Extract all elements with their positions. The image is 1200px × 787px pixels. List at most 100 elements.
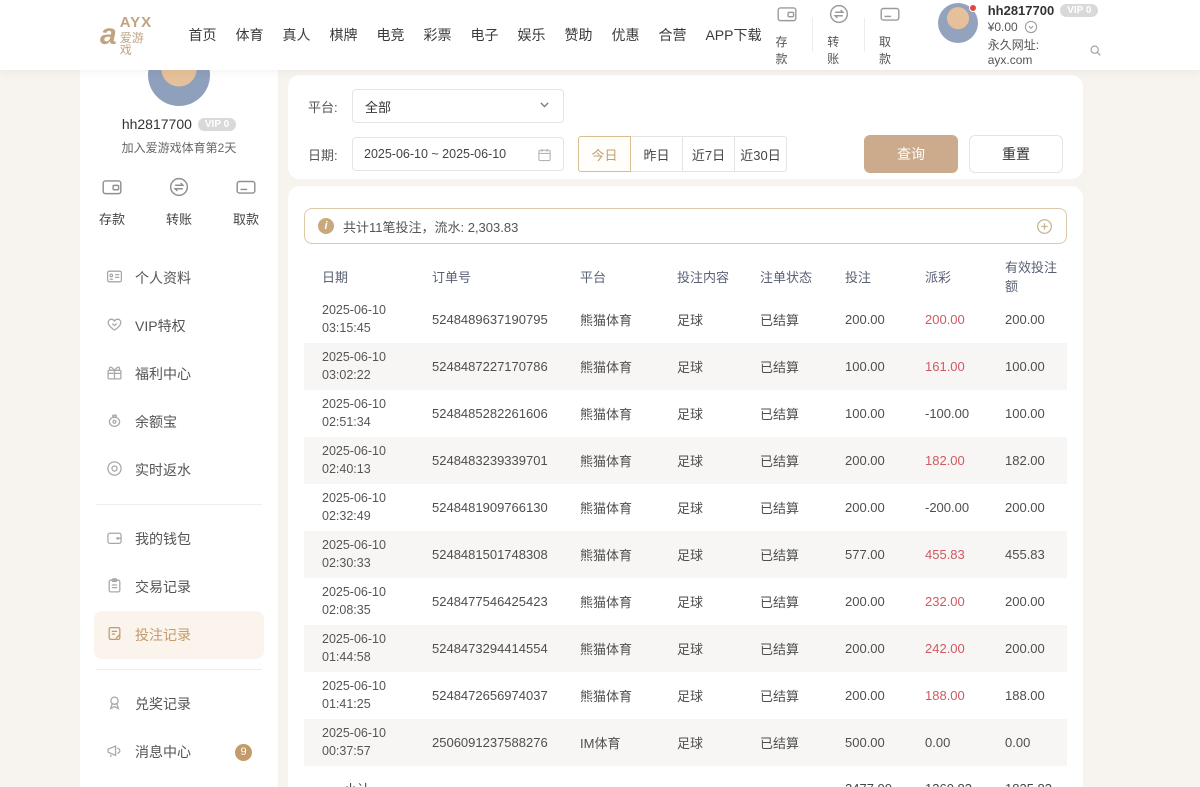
search-icon[interactable] <box>1089 44 1102 60</box>
megaphone-icon <box>106 742 123 762</box>
table-header-cell: 投注 <box>827 267 907 286</box>
cell-date: 2025-06-1003:15:45 <box>304 296 414 343</box>
table-row: 2025-06-1001:41:255248472656974037熊猫体育足球… <box>304 672 1067 719</box>
reset-button[interactable]: 重置 <box>969 135 1063 173</box>
user-menu[interactable]: hh2817700 VIP 0 ¥0.00 永久网址: ayx.com <box>938 3 1102 67</box>
cell-content: 足球 <box>659 304 742 335</box>
refresh-balance-chevron-icon[interactable] <box>1024 20 1038 34</box>
sidebar-item-label: 余额宝 <box>135 412 177 432</box>
range-button-近30日[interactable]: 近30日 <box>734 136 787 172</box>
cell-payout: 200.00 <box>907 306 987 333</box>
nav-item[interactable]: 优惠 <box>611 25 639 45</box>
sidebar-item-消息中心[interactable]: 消息中心9 <box>94 728 264 776</box>
range-button-昨日[interactable]: 昨日 <box>630 136 683 172</box>
cell-status: 已结算 <box>742 351 827 382</box>
avatar[interactable] <box>938 3 978 43</box>
info-icon: i <box>318 218 334 234</box>
cell-status: 已结算 <box>742 539 827 570</box>
nav-item[interactable]: 电竞 <box>376 25 404 45</box>
sidebar-action-转账[interactable]: 转账 <box>166 176 192 228</box>
range-button-近7日[interactable]: 近7日 <box>682 136 735 172</box>
cell-valid: 200.00 <box>987 588 1067 615</box>
sidebar-item-投注记录[interactable]: 投注记录 <box>94 611 264 659</box>
header-action-取款[interactable]: 取款 <box>865 3 916 67</box>
nav-item[interactable]: 棋牌 <box>329 25 357 45</box>
sidebar-item-兑奖记录[interactable]: 兑奖记录 <box>94 680 264 728</box>
cell-content: 足球 <box>659 398 742 429</box>
nav-item[interactable]: APP下载 <box>705 25 761 45</box>
cell-date: 2025-06-1001:41:25 <box>304 672 414 719</box>
subtotal-dash: —— <box>659 775 742 787</box>
nav-item[interactable]: 彩票 <box>423 25 451 45</box>
nav-item[interactable]: 合营 <box>658 25 686 45</box>
nav-item[interactable]: 体育 <box>235 25 263 45</box>
nav-item[interactable]: 首页 <box>188 25 216 45</box>
sidebar-item-实时返水[interactable]: 实时返水 <box>94 446 264 494</box>
cell-platform: 熊猫体育 <box>562 680 659 711</box>
sidebar-item-我的钱包[interactable]: 我的钱包 <box>94 515 264 563</box>
table-row: 2025-06-1002:30:335248481501748308熊猫体育足球… <box>304 531 1067 578</box>
sidebar-quick-actions: 存款转账取款 <box>99 176 259 228</box>
divider <box>96 669 262 670</box>
sidebar-item-福利中心[interactable]: 福利中心 <box>94 350 264 398</box>
platform-select-value: 全部 <box>365 97 391 116</box>
cell-status: 已结算 <box>742 304 827 335</box>
subtotal-bet: 2477.00 <box>827 775 907 787</box>
cell-content: 足球 <box>659 351 742 382</box>
table-header-cell: 日期 <box>304 267 414 286</box>
nav-item[interactable]: 真人 <box>282 25 310 45</box>
table-row: 2025-06-1002:51:345248485282261606熊猫体育足球… <box>304 390 1067 437</box>
range-button-今日[interactable]: 今日 <box>578 136 631 172</box>
cell-order: 5248481501748308 <box>414 541 562 568</box>
header-action-转账[interactable]: 转账 <box>813 3 864 67</box>
action-label: 存款 <box>775 33 798 67</box>
nav-item[interactable]: 电子 <box>470 25 498 45</box>
cell-platform: 熊猫体育 <box>562 351 659 382</box>
platform-label: 平台: <box>308 97 352 116</box>
cell-platform: 熊猫体育 <box>562 633 659 664</box>
transfer-icon <box>828 3 850 30</box>
sidebar-item-交易记录[interactable]: 交易记录 <box>94 563 264 611</box>
cell-status: 已结算 <box>742 680 827 711</box>
table-body: 2025-06-1003:15:455248489637190795熊猫体育足球… <box>304 296 1067 787</box>
cell-status: 已结算 <box>742 727 827 758</box>
sidebar-item-VIP特权[interactable]: VIP特权 <box>94 302 264 350</box>
sidebar-item-个人资料[interactable]: 个人资料 <box>94 254 264 302</box>
cell-date: 2025-06-1002:40:13 <box>304 437 414 484</box>
cell-platform: 熊猫体育 <box>562 586 659 617</box>
cell-payout: 161.00 <box>907 353 987 380</box>
clipboard-icon <box>106 577 123 597</box>
cell-date: 2025-06-1002:32:49 <box>304 484 414 531</box>
nav-item[interactable]: 娱乐 <box>517 25 545 45</box>
wallet-icon <box>776 3 798 30</box>
gift-icon <box>106 364 123 384</box>
cell-valid: 200.00 <box>987 635 1067 662</box>
cell-platform: 熊猫体育 <box>562 539 659 570</box>
brand-logo[interactable]: a AYX 爱游戏 <box>100 15 154 56</box>
cell-status: 已结算 <box>742 586 827 617</box>
sidebar-action-取款[interactable]: 取款 <box>233 176 259 228</box>
platform-select[interactable]: 全部 <box>352 89 564 123</box>
sidebar-item-label: 消息中心 <box>135 742 191 762</box>
sidebar-item-label: 交易记录 <box>135 577 191 597</box>
cell-valid: 100.00 <box>987 400 1067 427</box>
username: hh2817700 <box>988 3 1055 18</box>
search-button[interactable]: 查询 <box>864 135 958 173</box>
table-header: 日期订单号平台投注内容注单状态投注派彩有效投注额 <box>304 256 1067 296</box>
permanent-url: 永久网址: ayx.com <box>988 36 1083 67</box>
prize-icon <box>106 694 123 714</box>
filter-panel: 平台: 全部 日期: 2025-06-10 ~ 2025-06-10 今日昨日近… <box>288 75 1083 179</box>
cell-bet: 200.00 <box>827 447 907 474</box>
table-row: 2025-06-1001:44:585248473294414554熊猫体育足球… <box>304 625 1067 672</box>
cell-valid: 0.00 <box>987 729 1067 756</box>
sidebar-item-余额宝[interactable]: 余额宝 <box>94 398 264 446</box>
header-action-存款[interactable]: 存款 <box>761 3 812 67</box>
sidebar-avatar[interactable] <box>148 70 210 106</box>
sidebar-item-意见反馈[interactable]: 意见反馈 <box>94 776 264 787</box>
sidebar-action-存款[interactable]: 存款 <box>99 176 125 228</box>
expand-plus-icon[interactable] <box>1036 218 1053 235</box>
date-range-input[interactable]: 2025-06-10 ~ 2025-06-10 <box>352 137 564 171</box>
brand-name-cn: 爱游戏 <box>120 32 155 56</box>
table-row: 2025-06-1000:37:572506091237588276IM体育足球… <box>304 719 1067 766</box>
nav-item[interactable]: 赞助 <box>564 25 592 45</box>
